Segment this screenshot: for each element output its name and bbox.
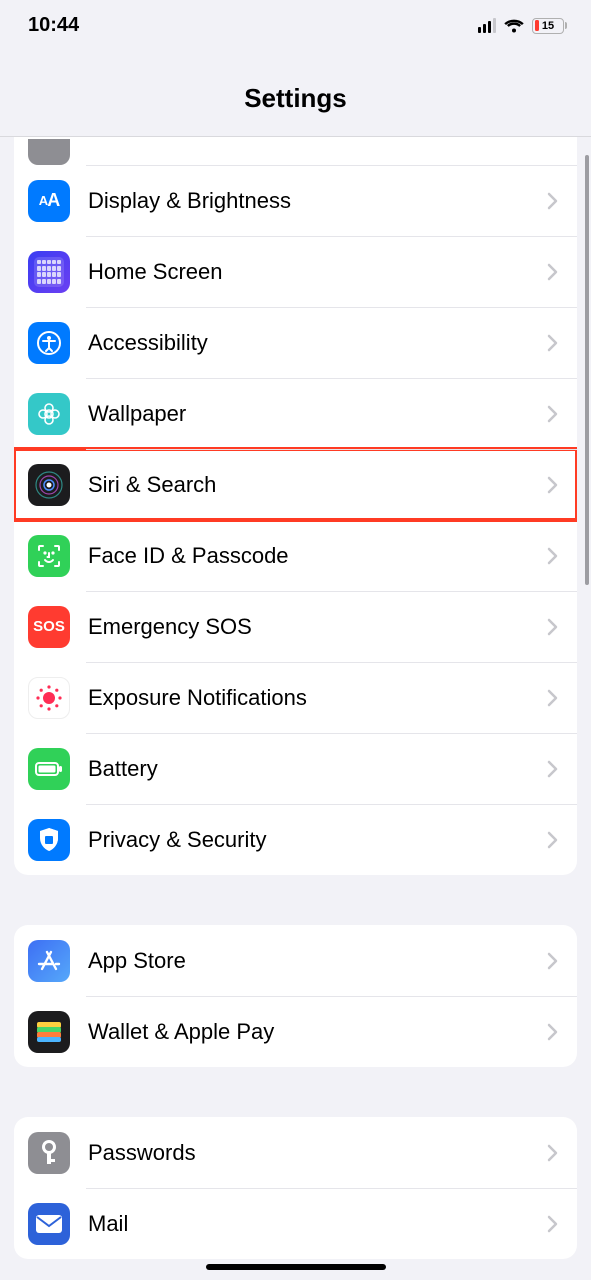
row-label: Face ID & Passcode — [88, 543, 547, 569]
battery-icon: 15 — [532, 18, 567, 34]
wifi-icon — [503, 18, 525, 34]
siri-icon — [28, 464, 70, 506]
row-display-brightness[interactable]: AA Display & Brightness — [14, 165, 577, 236]
row-mail[interactable]: Mail — [14, 1188, 577, 1259]
app-store-icon — [28, 940, 70, 982]
battery-percent: 15 — [533, 20, 563, 32]
page-header: Settings — [0, 47, 591, 136]
chevron-right-icon — [547, 263, 559, 281]
cellular-icon — [478, 18, 497, 33]
row-battery[interactable]: Battery — [14, 733, 577, 804]
chevron-right-icon — [547, 952, 559, 970]
row-label: Emergency SOS — [88, 614, 547, 640]
wallet-icon — [28, 1011, 70, 1053]
chevron-right-icon — [547, 831, 559, 849]
row-control-centre[interactable] — [14, 137, 577, 165]
row-exposure-notifications[interactable]: Exposure Notifications — [14, 662, 577, 733]
chevron-right-icon — [547, 1144, 559, 1162]
row-label: Home Screen — [88, 259, 547, 285]
row-wallpaper[interactable]: Wallpaper — [14, 378, 577, 449]
chevron-right-icon — [547, 192, 559, 210]
sos-icon: SOS — [28, 606, 70, 648]
row-label: Wallet & Apple Pay — [88, 1019, 547, 1045]
face-id-icon — [28, 535, 70, 577]
control-centre-icon — [28, 139, 70, 165]
chevron-right-icon — [547, 1215, 559, 1233]
page-title: Settings — [0, 83, 591, 114]
row-app-store[interactable]: App Store — [14, 925, 577, 996]
home-screen-icon — [28, 251, 70, 293]
row-face-id[interactable]: Face ID & Passcode — [14, 520, 577, 591]
chevron-right-icon — [547, 618, 559, 636]
row-accessibility[interactable]: Accessibility — [14, 307, 577, 378]
passwords-icon — [28, 1132, 70, 1174]
settings-group-accounts: Passwords Mail — [14, 1117, 577, 1259]
row-label: Wallpaper — [88, 401, 547, 427]
privacy-icon — [28, 819, 70, 861]
row-siri-search[interactable]: Siri & Search — [14, 449, 577, 520]
row-label: Battery — [88, 756, 547, 782]
accessibility-icon — [28, 322, 70, 364]
scroll-indicator[interactable] — [585, 155, 589, 585]
status-right: 15 — [478, 18, 568, 34]
chevron-right-icon — [547, 760, 559, 778]
display-brightness-icon: AA — [28, 180, 70, 222]
row-label: Exposure Notifications — [88, 685, 547, 711]
home-indicator[interactable] — [206, 1264, 386, 1270]
status-time: 10:44 — [28, 14, 79, 37]
row-label: Accessibility — [88, 330, 547, 356]
row-label: Siri & Search — [88, 472, 547, 498]
row-passwords[interactable]: Passwords — [14, 1117, 577, 1188]
exposure-icon — [28, 677, 70, 719]
chevron-right-icon — [547, 405, 559, 423]
settings-group-general: AA Display & Brightness Home Screen Acce… — [14, 137, 577, 875]
row-emergency-sos[interactable]: SOS Emergency SOS — [14, 591, 577, 662]
row-wallet[interactable]: Wallet & Apple Pay — [14, 996, 577, 1067]
row-label: Passwords — [88, 1140, 547, 1166]
row-label: App Store — [88, 948, 547, 974]
row-label: Mail — [88, 1211, 547, 1237]
chevron-right-icon — [547, 476, 559, 494]
row-label: Display & Brightness — [88, 188, 547, 214]
chevron-right-icon — [547, 689, 559, 707]
chevron-right-icon — [547, 334, 559, 352]
row-home-screen[interactable]: Home Screen — [14, 236, 577, 307]
settings-group-store: App Store Wallet & Apple Pay — [14, 925, 577, 1067]
row-label: Privacy & Security — [88, 827, 547, 853]
wallpaper-icon — [28, 393, 70, 435]
status-bar: 10:44 15 — [0, 0, 591, 47]
row-privacy-security[interactable]: Privacy & Security — [14, 804, 577, 875]
chevron-right-icon — [547, 1023, 559, 1041]
chevron-right-icon — [547, 547, 559, 565]
mail-icon — [28, 1203, 70, 1245]
battery-row-icon — [28, 748, 70, 790]
